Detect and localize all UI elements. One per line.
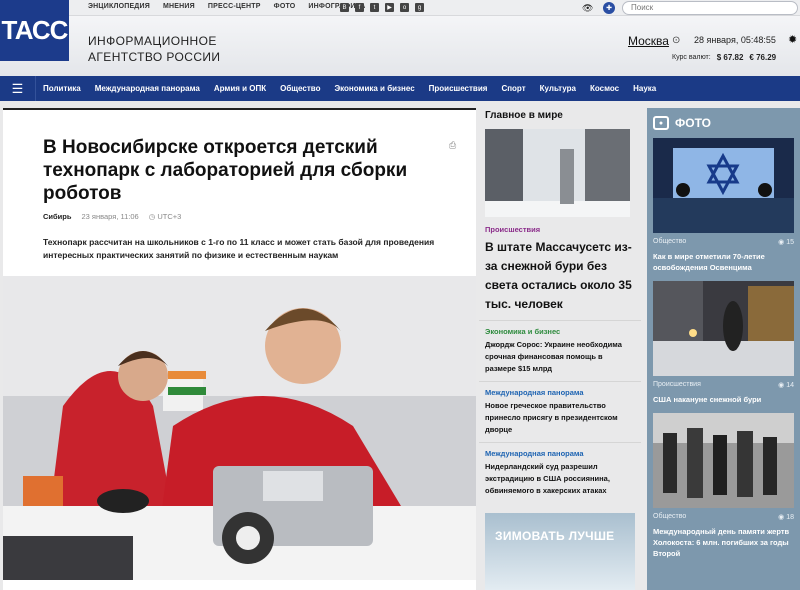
photo-column: ● ФОТО Общество ◉ 15 Как в мире отметили… [647, 108, 800, 590]
nav-sport[interactable]: Спорт [494, 84, 532, 93]
photo-card[interactable]: Общество ◉ 18 Международный день памяти … [653, 413, 794, 559]
social-icons: B f t ▶ o g [340, 3, 424, 12]
list-item[interactable]: Международная панорама Нидерландский суд… [479, 442, 641, 503]
facebook-icon[interactable]: f [355, 3, 364, 12]
ad-text: ЗИМОВАТЬ ЛУЧШЕ [495, 529, 615, 543]
world-news-column: Главное в мире Происшествия В штате Масс… [479, 108, 641, 590]
top-link-press-center[interactable]: ПРЕСС-ЦЕНТР [208, 3, 261, 10]
article-lead: Технопарк рассчитан на школьников с 1-го… [43, 237, 435, 260]
world-top-headline[interactable]: В штате Массачусетс из-за снежной бури б… [485, 238, 635, 314]
news-headline[interactable]: Нидерландский суд разрешил экстрадицию в… [485, 461, 635, 497]
language-flag-icon[interactable]: ✚ [603, 2, 615, 14]
nav-space[interactable]: Космос [583, 84, 626, 93]
top-link-opinions[interactable]: МНЕНИЯ [163, 3, 195, 10]
camera-icon: ◉ [778, 239, 787, 246]
photo-count: ◉ 15 [778, 239, 794, 246]
top-link-photo[interactable]: ФОТО [274, 3, 296, 10]
article-region[interactable]: Сибирь [43, 212, 71, 221]
news-category[interactable]: Международная панорама [485, 449, 635, 458]
nav-army[interactable]: Армия и ОПК [207, 84, 273, 93]
photo-card-category: Общество [653, 238, 687, 245]
usd-rate: $ 67.82 [716, 53, 744, 62]
currency-rates: Курс валют: $ 67.82 € 76.29 [672, 53, 777, 62]
top-bar: ЭНЦИКЛОПЕДИЯ МНЕНИЯ ПРЕСС-ЦЕНТР ФОТО ИНФ… [0, 0, 800, 16]
news-category[interactable]: Экономика и бизнес [485, 327, 635, 336]
agency-name: ИНФОРМАЦИОННОЕ АГЕНТСТВО РОССИИ [88, 34, 221, 64]
nav-science[interactable]: Наука [626, 84, 663, 93]
accessibility-eye-icon[interactable]: 👁 [582, 3, 593, 14]
photo-card[interactable]: Общество ◉ 15 Как в мире отметили 70-лет… [653, 138, 794, 273]
eur-rate: € 76.29 [749, 53, 777, 62]
photo-card-title[interactable]: Как в мире отметили 70-летие освобождени… [653, 251, 794, 273]
googleplus-icon[interactable]: g [415, 3, 424, 12]
current-datetime: 28 января, 05:48:55 [694, 35, 776, 45]
article-meta: Сибирь 23 января, 11:06 ◷ UTC+3 [43, 212, 181, 221]
nav-society[interactable]: Общество [273, 84, 327, 93]
odnoklassniki-icon[interactable]: o [400, 3, 409, 12]
world-top-image[interactable] [485, 129, 630, 217]
photo-card-category: Общество [653, 513, 687, 520]
top-link-encyclopedia[interactable]: ЭНЦИКЛОПЕДИЯ [88, 3, 150, 10]
vk-icon[interactable]: B [340, 3, 349, 12]
nav-incidents[interactable]: Происшествия [422, 84, 495, 93]
settings-gear-icon[interactable]: ✹ [788, 33, 797, 46]
photo-card-image[interactable] [653, 281, 794, 376]
photo-count: ◉ 14 [778, 382, 794, 389]
city-selector[interactable]: Москва [628, 34, 669, 48]
photo-card-title[interactable]: Международный день памяти жертв Холокост… [653, 526, 794, 559]
news-category[interactable]: Международная панорама [485, 388, 635, 397]
article-timezone: ◷ UTC+3 [148, 212, 182, 221]
news-headline[interactable]: Джордж Сорос: Украине необходима срочная… [485, 339, 635, 375]
world-top-category[interactable]: Происшествия [485, 225, 635, 234]
camera-icon: ◉ [778, 514, 787, 521]
youtube-icon[interactable]: ▶ [385, 3, 394, 12]
print-icon[interactable]: ⎙ [449, 140, 456, 151]
nav-world[interactable]: Международная панорама [88, 84, 207, 93]
camera-icon: ● [653, 116, 669, 130]
photo-section-title: ФОТО [675, 116, 711, 130]
article-photo [3, 276, 476, 580]
article-date: 23 января, 11:06 [81, 212, 139, 221]
nav-politics[interactable]: Политика [36, 84, 88, 93]
nav-culture[interactable]: Культура [533, 84, 583, 93]
tass-logo[interactable]: ТАСС [0, 0, 69, 61]
world-section-title[interactable]: Главное в мире [479, 108, 641, 123]
photo-card-category: Происшествия [653, 381, 701, 388]
photo-count: ◉ 18 [778, 514, 794, 521]
photo-section-header[interactable]: ● ФОТО [647, 108, 800, 138]
photo-card[interactable]: Происшествия ◉ 14 США накануне снежной б… [653, 281, 794, 405]
twitter-icon[interactable]: t [370, 3, 379, 12]
list-item[interactable]: Экономика и бизнес Джордж Сорос: Украине… [479, 320, 641, 381]
ad-banner[interactable]: ЗИМОВАТЬ ЛУЧШЕ [485, 513, 635, 590]
photo-card-image[interactable] [653, 413, 794, 508]
search-input[interactable]: Поиск [622, 1, 798, 15]
nav-economy[interactable]: Экономика и бизнес [327, 84, 421, 93]
main-nav: ☰ Политика Международная панорама Армия … [0, 76, 800, 101]
camera-icon: ◉ [778, 382, 787, 389]
photo-card-title[interactable]: США накануне снежной бури [653, 394, 794, 405]
news-headline[interactable]: Новое греческое правительство принесло п… [485, 400, 635, 436]
list-item[interactable]: Международная панорама Новое греческое п… [479, 381, 641, 442]
top-links: ЭНЦИКЛОПЕДИЯ МНЕНИЯ ПРЕСС-ЦЕНТР ФОТО ИНФ… [88, 3, 365, 10]
menu-toggle-icon[interactable]: ☰ [0, 76, 36, 101]
article-panel: В Новосибирске откроется детский технопа… [3, 108, 476, 590]
article-title: В Новосибирске откроется детский технопа… [43, 137, 408, 204]
city-dropdown-icon[interactable]: ⊙ [672, 35, 680, 46]
photo-card-image[interactable] [653, 138, 794, 233]
